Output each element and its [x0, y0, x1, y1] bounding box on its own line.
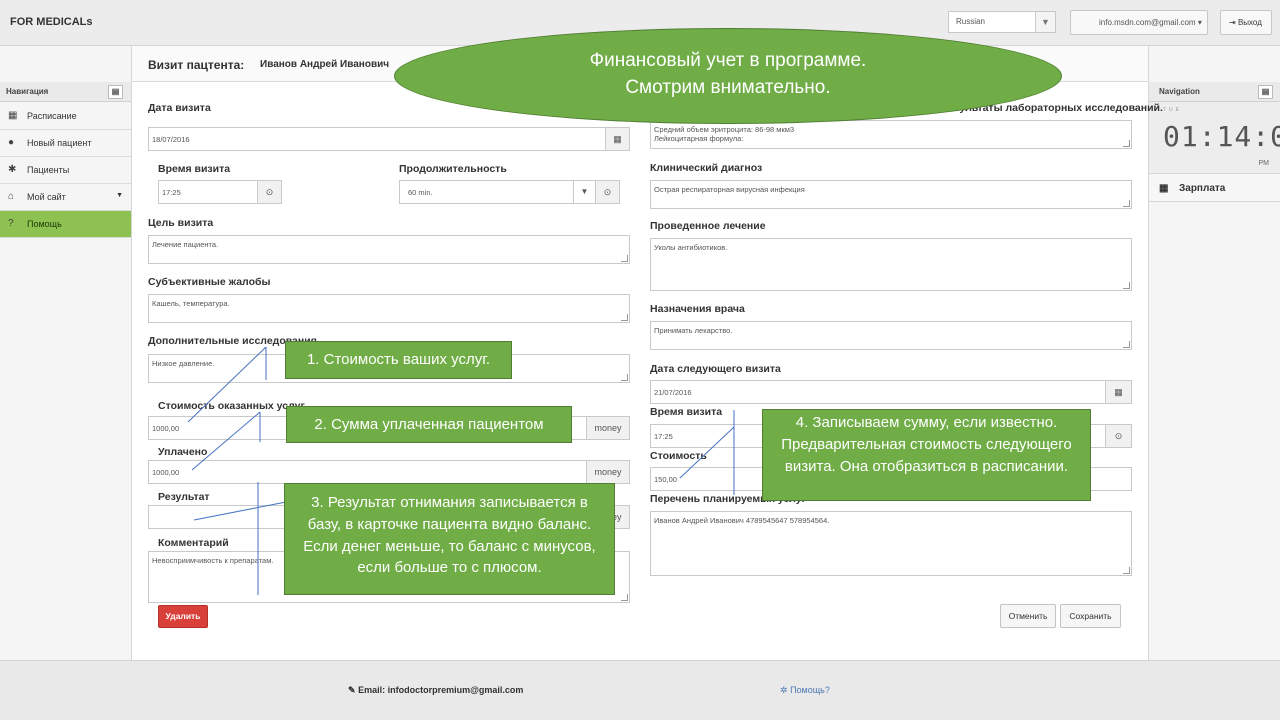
diagnosis-label: Клинический диагноз [650, 162, 763, 174]
cost-label: Стоимость оказанных услуг [158, 400, 305, 412]
money-addon: money [586, 416, 630, 440]
next-date-label: Дата следующего визита [650, 363, 781, 375]
chevron-down-icon[interactable]: ▼ [573, 180, 596, 204]
result-label: Результат [158, 491, 210, 503]
comment-label: Комментарий [158, 537, 229, 549]
clock-ampm: PM [1258, 160, 1270, 167]
app-brand: FOR MEDICALs [10, 16, 93, 28]
sidebar-item-label: Новый пациент [27, 138, 92, 148]
sidebar-toggle-icon[interactable]: ▤ [108, 85, 123, 99]
money-addon: money [586, 460, 630, 484]
clock-days: TUE [1163, 107, 1182, 113]
left-sidebar: Навигация ▤ ▦ Расписание ● Новый пациент… [0, 46, 132, 660]
caret-down-icon: ▼ [116, 192, 123, 199]
clock-icon[interactable]: ⊙ [1105, 424, 1132, 448]
callout-cost: 1. Стоимость ваших услуг. [285, 341, 512, 379]
sidebar-item-new-patient[interactable]: ● Новый пациент [0, 130, 131, 157]
lab-results-line: Средний объем эритроцита: 86-98 мкм3 [654, 125, 795, 134]
prescription-label: Назначения врача [650, 303, 745, 315]
paid-input[interactable]: 1000,00 [148, 460, 587, 484]
cancel-button[interactable]: Отменить [1000, 604, 1056, 628]
sidebar-header-label: Навигация [6, 87, 49, 96]
delete-button[interactable]: Удалить [158, 605, 208, 628]
lab-results-textarea[interactable]: Средний объем эритроцита: 86-98 мкм3 Лей… [650, 120, 1132, 149]
sidebar-item-label: Расписание [27, 111, 77, 121]
right-panel-title: Navigation [1159, 87, 1200, 96]
callout-result: 3. Результат отнимания записывается в ба… [284, 483, 615, 595]
question-icon: ? [8, 218, 14, 229]
visit-date-label: Дата визита [148, 102, 211, 114]
logout-label: Выход [1237, 18, 1262, 27]
users-icon: ✱ [8, 164, 17, 175]
complaints-textarea[interactable]: Кашель, температура. [148, 294, 630, 323]
next-date-input[interactable]: 21/07/2016 [650, 380, 1106, 404]
footer-email[interactable]: ✎ Email: infodoctorpremium@gmail.com [348, 685, 523, 696]
sidebar-item-help[interactable]: ? Помощь [0, 211, 131, 238]
planned-services-textarea[interactable]: Иванов Андрей Иванович 4789545647 578954… [650, 511, 1132, 576]
calculator-icon: ▦ [1159, 183, 1169, 194]
visit-date-input[interactable]: 18/07/2016 [148, 127, 606, 151]
account-email: info.msdn.com@gmail.com [1099, 18, 1196, 27]
sidebar-item-my-site[interactable]: ⌂ Мой сайт ▼ [0, 184, 131, 211]
account-menu[interactable]: info.msdn.com@gmail.com ▾ [1070, 10, 1208, 35]
sidebar-item-label: Помощь [27, 219, 62, 229]
home-icon: ⌂ [8, 191, 15, 202]
footer: ✎ Email: infodoctorpremium@gmail.com ✲ П… [0, 660, 1280, 720]
email-label: Email: [358, 685, 386, 695]
salary-link[interactable]: ▦ Зарплата [1149, 174, 1280, 202]
callout-next-cost: 4. Записываем сумму, если известно. Пред… [762, 409, 1091, 501]
clock-time: 01:14:08 [1163, 120, 1280, 153]
salary-label: Зарплата [1179, 183, 1226, 194]
treatment-textarea[interactable]: Уколы антибиотиков. [650, 238, 1132, 291]
pencil-icon: ✎ [348, 685, 356, 695]
logout-icon: ⇥ [1229, 18, 1236, 27]
bubble-line: Финансовый учет в программе. [589, 50, 867, 71]
duration-label: Продолжительность [399, 163, 507, 175]
help-icon: ✲ [780, 685, 788, 695]
bubble-line: Смотрим внимательно. [625, 76, 831, 98]
right-sidebar: Navigation ▤ TUE 01:14:08 PM ▦ Зарплата [1148, 46, 1280, 660]
language-value: Russian [956, 17, 985, 26]
chevron-down-icon[interactable]: ▼ [1035, 12, 1055, 32]
page-title: Визит пацтента: [148, 58, 245, 72]
help-label: Помощь? [790, 685, 830, 695]
duration-select[interactable]: 60 min. [399, 180, 596, 204]
logout-button[interactable]: ⇥ Выход [1220, 10, 1272, 35]
clock-icon[interactable]: ⊙ [595, 180, 620, 204]
clock-icon[interactable]: ⊙ [257, 180, 282, 204]
title-bubble: Финансовый учет в программе. Смотрим вни… [394, 28, 1062, 124]
purpose-label: Цель визита [148, 217, 214, 229]
diagnosis-textarea[interactable]: Острая респираторная вирусная инфекция [650, 180, 1132, 209]
lab-results-line: Лейкоцитарная формула: [654, 134, 744, 144]
next-time-label: Время визита [650, 406, 723, 418]
complaints-label: Субъективные жалобы [148, 276, 271, 288]
sidebar-item-schedule[interactable]: ▦ Расписание [0, 103, 131, 130]
callout-paid: 2. Сумма уплаченная пациентом [286, 406, 572, 443]
caret-icon: ▾ [1197, 18, 1202, 27]
paid-label: Уплачено [158, 446, 208, 458]
prescription-textarea[interactable]: Принимать лекарство. [650, 321, 1132, 350]
visit-time-label: Время визита [158, 163, 231, 175]
purpose-textarea[interactable]: Лечение пациента. [148, 235, 630, 264]
panel-toggle-icon[interactable]: ▤ [1258, 85, 1273, 99]
footer-help-link[interactable]: ✲ Помощь? [780, 685, 830, 696]
email-value: infodoctorpremium@gmail.com [387, 685, 524, 695]
sidebar-header: Навигация ▤ [0, 82, 131, 102]
patient-name: Иванов Андрей Иванович [260, 59, 390, 70]
language-select[interactable]: Russian ▼ [948, 11, 1056, 33]
sidebar-item-label: Пациенты [27, 165, 70, 175]
calendar-icon[interactable]: ▦ [605, 127, 630, 151]
calendar-icon[interactable]: ▦ [1105, 380, 1132, 404]
treatment-label: Проведенное лечение [650, 220, 766, 232]
user-icon: ● [8, 137, 15, 148]
sidebar-item-patients[interactable]: ✱ Пациенты [0, 157, 131, 184]
save-button[interactable]: Сохранить [1060, 604, 1121, 628]
next-cost-label: Стоимость [650, 450, 707, 462]
digital-clock: TUE 01:14:08 PM [1149, 102, 1280, 174]
right-panel-header: Navigation ▤ [1149, 82, 1280, 102]
calendar-icon: ▦ [8, 110, 18, 121]
sidebar-item-label: Мой сайт [27, 192, 66, 202]
visit-time-input[interactable]: 17:25 [158, 180, 258, 204]
